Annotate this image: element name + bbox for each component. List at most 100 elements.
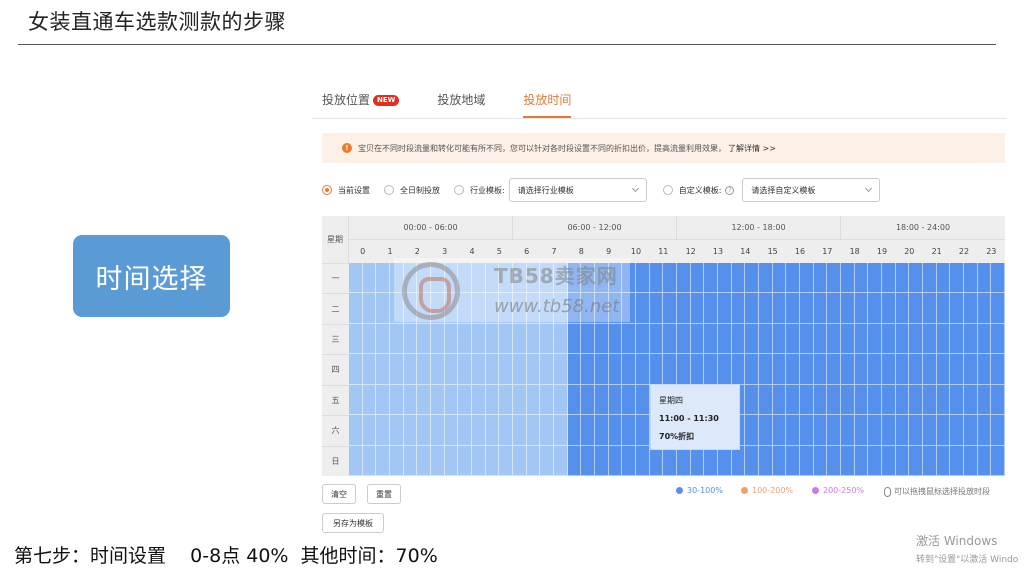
time-slot-cell[interactable] [786,445,800,476]
time-slot-cell[interactable] [362,323,377,355]
time-slot-cell[interactable] [526,415,541,446]
time-slot-cell[interactable] [786,354,800,385]
time-slot-cell[interactable] [444,445,459,476]
help-icon[interactable]: ? [725,185,735,195]
time-slot-cell[interactable] [950,293,964,324]
time-slot-cell[interactable] [745,415,759,446]
time-slot-cell[interactable] [909,415,923,446]
time-slot-cell[interactable] [458,323,472,355]
time-slot-cell[interactable] [704,445,718,476]
radio-custom[interactable] [662,185,673,195]
time-slot-cell[interactable] [745,354,759,385]
time-slot-cell[interactable] [841,323,855,355]
time-slot-cell[interactable] [663,263,677,294]
radio-current[interactable] [322,185,332,195]
time-slot-cell[interactable] [458,384,472,416]
time-slot-cell[interactable] [526,354,541,385]
time-slot-cell[interactable] [636,415,650,446]
time-slot-cell[interactable] [964,384,978,416]
time-slot-cell[interactable] [813,445,828,476]
time-slot-cell[interactable] [841,415,855,446]
time-slot-cell[interactable] [772,293,787,324]
time-slot-cell[interactable] [431,384,445,416]
time-slot-cell[interactable] [964,354,978,385]
time-slot-cell[interactable] [759,323,773,355]
time-slot-cell[interactable] [472,445,486,476]
time-slot-cell[interactable] [731,445,746,476]
time-slot-cell[interactable] [444,415,459,446]
time-slot-cell[interactable] [376,415,390,446]
time-slot-cell[interactable] [841,263,855,294]
time-slot-cell[interactable] [786,415,800,446]
radio-all-day[interactable] [384,185,394,195]
time-slot-cell[interactable] [854,384,869,416]
time-slot-cell[interactable] [581,323,595,355]
time-slot-cell[interactable] [772,415,787,446]
time-slot-cell[interactable] [827,354,841,385]
time-slot-cell[interactable] [567,323,582,355]
time-slot-cell[interactable] [690,323,705,355]
time-slot-cell[interactable] [759,263,773,294]
time-slot-cell[interactable] [759,445,773,476]
time-slot-cell[interactable] [554,323,568,355]
time-slot-cell[interactable] [526,384,541,416]
time-slot-cell[interactable] [841,384,855,416]
option-current-setting[interactable]: 当前设置 [322,185,370,196]
time-slot-cell[interactable] [472,415,486,446]
time-slot-cell[interactable] [813,293,828,324]
time-slot-cell[interactable] [731,323,746,355]
time-slot-cell[interactable] [731,293,746,324]
time-slot-cell[interactable] [991,293,1005,324]
time-slot-cell[interactable] [909,293,923,324]
time-slot-cell[interactable] [622,445,636,476]
time-slot-cell[interactable] [772,354,787,385]
time-slot-cell[interactable] [936,263,951,294]
time-slot-cell[interactable] [485,384,500,416]
time-slot-cell[interactable] [745,445,759,476]
time-slot-cell[interactable] [964,445,978,476]
time-slot-cell[interactable] [882,445,896,476]
time-slot-cell[interactable] [540,384,554,416]
time-slot-cell[interactable] [977,293,992,324]
time-slot-cell[interactable] [362,263,377,294]
time-slot-cell[interactable] [362,384,377,416]
time-slot-cell[interactable] [663,293,677,324]
time-slot-cell[interactable] [950,415,964,446]
time-slot-cell[interactable] [909,263,923,294]
time-slot-cell[interactable] [745,293,759,324]
time-slot-cell[interactable] [800,323,814,355]
time-slot-cell[interactable] [936,415,951,446]
time-slot-cell[interactable] [772,445,787,476]
time-slot-cell[interactable] [977,263,992,294]
time-slot-cell[interactable] [936,354,951,385]
time-slot-cell[interactable] [540,445,554,476]
time-slot-cell[interactable] [567,354,582,385]
time-slot-cell[interactable] [485,415,500,446]
time-slot-cell[interactable] [376,263,390,294]
time-slot-cell[interactable] [895,263,910,294]
time-slot-cell[interactable] [964,415,978,446]
time-slot-cell[interactable] [622,384,636,416]
time-slot-cell[interactable] [827,263,841,294]
time-slot-cell[interactable] [649,323,664,355]
time-slot-cell[interactable] [827,293,841,324]
time-slot-cell[interactable] [977,354,992,385]
time-slot-cell[interactable] [759,415,773,446]
option-industry-template[interactable]: 行业模板: [454,185,505,196]
time-slot-cell[interactable] [895,384,910,416]
time-slot-cell[interactable] [964,263,978,294]
time-slot-cell[interactable] [868,354,882,385]
tab-placement[interactable]: 投放位置 NEW [322,86,400,118]
time-slot-cell[interactable] [677,354,691,385]
time-slot-cell[interactable] [690,263,705,294]
time-slot-cell[interactable] [854,445,869,476]
time-slot-cell[interactable] [827,445,841,476]
time-slot-cell[interactable] [390,445,404,476]
time-slot-cell[interactable] [554,354,568,385]
time-slot-cell[interactable] [854,323,869,355]
time-slot-cell[interactable] [690,445,705,476]
time-slot-cell[interactable] [991,323,1005,355]
time-slot-cell[interactable] [950,384,964,416]
time-slot-cell[interactable] [458,445,472,476]
time-slot-cell[interactable] [991,384,1005,416]
